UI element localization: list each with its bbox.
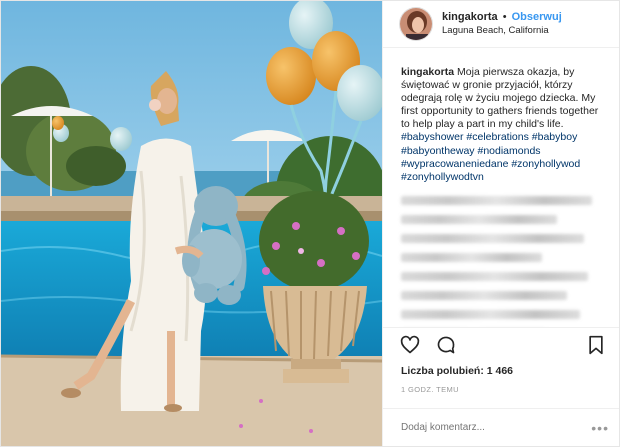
- separator-dot: •: [502, 11, 507, 24]
- caption-hashtags: #babyshower #celebrations #babyboy #baby…: [401, 131, 580, 182]
- blurred-comment: [401, 309, 580, 319]
- comment-icon: [437, 336, 455, 353]
- location-link[interactable]: Laguna Beach, California: [442, 25, 562, 37]
- action-bar: [383, 327, 619, 361]
- avatar[interactable]: [399, 7, 433, 41]
- blurred-comments: [401, 195, 609, 327]
- hashtag-link[interactable]: #zonyhollywodtvn: [401, 171, 484, 183]
- hashtag-link[interactable]: #wypracowaneniedane: [401, 158, 508, 170]
- hashtag-link[interactable]: #babyshower: [401, 131, 463, 143]
- blurred-comment: [401, 195, 593, 205]
- avatar-image: [400, 8, 432, 40]
- blurred-comment: [401, 271, 589, 281]
- post-image: [1, 1, 382, 446]
- comment-input[interactable]: [401, 422, 592, 433]
- like-button[interactable]: [399, 334, 421, 356]
- header-text: kingakorta • Obserwuj Laguna Beach, Cali…: [442, 11, 562, 37]
- hashtag-link[interactable]: #zonyhollywod: [511, 158, 580, 170]
- comments-section: kingakorta Moja pierwsza okazja, by świę…: [383, 48, 619, 327]
- blurred-comment: [401, 233, 585, 243]
- post-photo[interactable]: [1, 1, 382, 446]
- post-caption: kingakorta Moja pierwsza okazja, by świę…: [401, 66, 609, 184]
- instagram-post: kingakorta • Obserwuj Laguna Beach, Cali…: [0, 0, 620, 447]
- hashtag-link[interactable]: #babyontheway: [401, 145, 475, 157]
- post-header: kingakorta • Obserwuj Laguna Beach, Cali…: [383, 1, 619, 48]
- blurred-comment: [401, 252, 543, 262]
- likes-count[interactable]: Liczba polubień: 1 466: [383, 361, 619, 377]
- blurred-comment: [401, 214, 557, 224]
- comment-button[interactable]: [435, 334, 457, 356]
- hashtag-link[interactable]: #babyboy: [532, 131, 578, 143]
- hashtag-link[interactable]: #celebrations: [466, 131, 528, 143]
- heart-icon: [400, 335, 420, 353]
- caption-username[interactable]: kingakorta: [401, 66, 454, 78]
- hashtag-link[interactable]: #nodiamonds: [477, 145, 540, 157]
- add-comment-bar: •••: [383, 408, 619, 446]
- post-sidebar: kingakorta • Obserwuj Laguna Beach, Cali…: [382, 1, 619, 446]
- header-top-line: kingakorta • Obserwuj: [442, 11, 562, 25]
- follow-button[interactable]: Obserwuj: [512, 11, 562, 23]
- more-options-icon[interactable]: •••: [591, 420, 609, 436]
- bookmark-icon: [589, 335, 603, 354]
- username-link[interactable]: kingakorta: [442, 11, 498, 23]
- save-button[interactable]: [585, 334, 607, 356]
- post-timestamp[interactable]: 1 GODZ. TEMU: [383, 377, 619, 394]
- blurred-comment: [401, 290, 568, 300]
